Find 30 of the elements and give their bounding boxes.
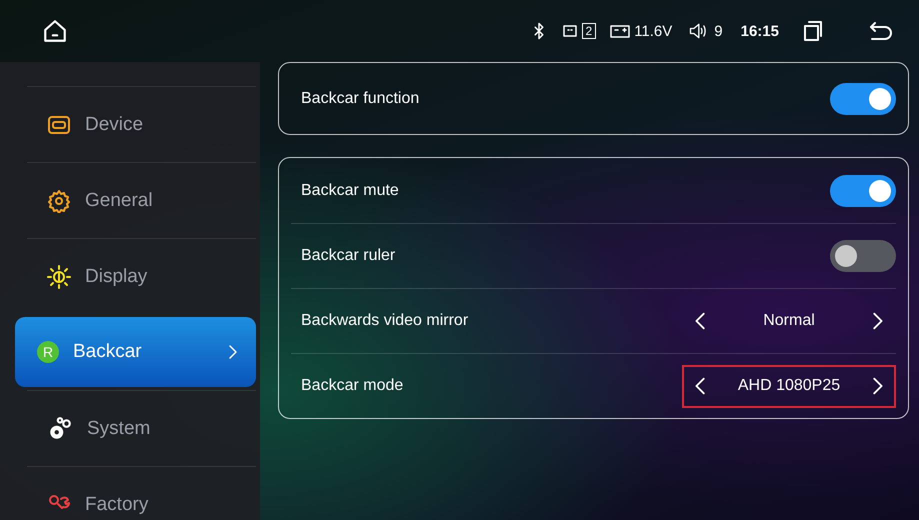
setting-label: Backcar mute [301,182,400,200]
voltage-reading: 11.6V [634,22,672,40]
sidebar-item[interactable]: System [27,390,256,466]
setting-label: Backcar function [301,90,420,108]
r-badge: R [37,341,59,363]
usb-icon [562,25,578,37]
brightness-icon [47,264,71,288]
toggle-switch[interactable] [830,174,896,206]
sidebar-item[interactable]: Factory [27,466,256,520]
toggle-switch[interactable] [830,82,896,114]
sidebar-item[interactable]: R Backcar [15,317,256,387]
volume-level: 9 [714,22,723,40]
sidebar-item[interactable]: Display [27,238,256,314]
selector-value: Normal [762,312,816,330]
usb-count: 2 [582,23,596,39]
home-button[interactable] [42,18,68,44]
gear-icon [47,188,71,212]
recent-apps-button[interactable] [801,19,825,43]
toggle-switch[interactable] [830,240,896,272]
clock-time: 16:15 [740,22,779,40]
home-icon [42,18,68,44]
sidebar-item[interactable]: Device [27,86,256,162]
selector-value: AHD 1080P25 [736,377,842,395]
recent-apps-icon [801,19,825,43]
battery-icon [610,23,630,39]
sidebar-item[interactable]: General [27,162,256,238]
setting-label: Backcar mode [301,377,404,395]
gears-icon [47,416,73,442]
setting-label: Backcar ruler [301,247,396,265]
setting-label: Backwards video mirror [301,312,470,330]
